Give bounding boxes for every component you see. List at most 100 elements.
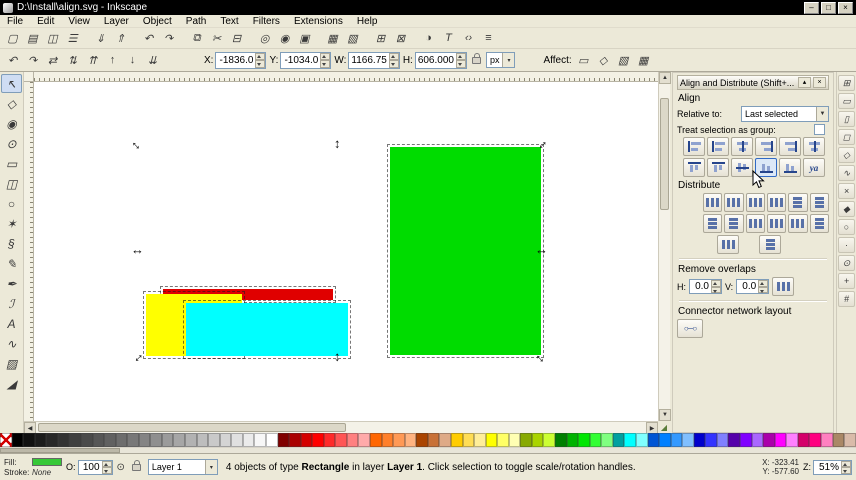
distribute-centers-vertical-button[interactable] [809,193,829,212]
zoom-input[interactable]: 51% [813,459,852,475]
scale-handle-top-left[interactable]: ↔ [128,134,148,154]
star-tool-button[interactable]: ✶ [1,214,22,233]
spiral-tool-button[interactable]: § [1,234,22,253]
align-dialog-button[interactable]: ≡ [479,29,498,47]
align-bottom-edges-button[interactable] [755,158,777,177]
palette-swatch[interactable] [427,433,440,447]
align-center-horizontal-button[interactable] [731,158,753,177]
distribute-text-horizontal-button[interactable] [788,214,808,233]
palette-swatch[interactable] [589,433,602,447]
snap-rotation-center-button[interactable]: + [838,273,855,289]
palette-swatch[interactable] [381,433,394,447]
palette-swatch[interactable] [450,433,463,447]
open-button[interactable]: ▤ [23,29,42,47]
align-left-to-anchor-right-button[interactable] [779,137,801,156]
raise-button[interactable]: ↑ [103,51,122,69]
align-right-to-anchor-left-button[interactable] [683,137,705,156]
palette-swatch[interactable] [34,433,47,447]
snap-intersections-button[interactable]: × [838,183,855,199]
overlap-h-input[interactable]: 0.0 [689,279,722,294]
lower-to-bottom-button[interactable]: ⇊ [143,51,162,69]
vertical-scrollbar[interactable]: ▲ ▼ [658,72,671,421]
pen-tool-button[interactable]: ✒ [1,274,22,293]
align-text-baseline-button[interactable]: ya [803,158,825,177]
align-top-edges-button[interactable] [707,158,729,177]
box3d-tool-button[interactable]: ◫ [1,174,22,193]
drawing-canvas[interactable]: ↔ ↔ ↔ ↔ ↔ ↔ ↔ ↔ [34,82,658,421]
copy-button[interactable]: ⧉ [187,29,206,47]
palette-swatch[interactable] [612,433,625,447]
menu-item[interactable]: Object [136,16,179,27]
duplicate-button[interactable]: ▦ [323,29,342,47]
palette-swatch[interactable] [520,433,532,447]
scroll-down-icon[interactable]: ▼ [659,409,671,421]
cyan-rectangle[interactable] [183,300,351,359]
overlap-v-input[interactable]: 0.0 [736,279,770,294]
horizontal-ruler[interactable] [34,72,658,82]
snap-bbox-corners-button[interactable]: ◻ [838,129,855,145]
text-dialog-button[interactable]: T [439,29,458,47]
dropper-tool-button[interactable]: ◢ [1,374,22,393]
green-rectangle[interactable] [387,144,544,358]
palette-swatch[interactable] [508,433,521,447]
palette-swatch[interactable] [115,433,128,447]
menu-item[interactable]: Help [350,16,385,27]
distribute-top-edges-button[interactable] [788,193,808,212]
scale-handle-middle-left[interactable]: ↔ [131,243,144,256]
palette-swatch[interactable] [358,433,370,447]
selector-tool-button[interactable]: ↖ [1,74,22,93]
palette-swatch[interactable] [0,433,12,447]
zoom-selection-button[interactable]: ◉ [275,29,294,47]
clone-button[interactable]: ▧ [343,29,362,47]
palette-swatch[interactable] [138,433,151,447]
rotate-ccw-button[interactable]: ↶ [3,51,22,69]
palette-swatch[interactable] [416,433,428,447]
x-input[interactable]: -1836.0 [215,51,267,69]
palette-swatch[interactable] [601,433,613,447]
palette-swatch[interactable] [69,433,81,447]
h-input[interactable]: 606.000 [414,51,467,69]
affect-gradients-button[interactable]: ▧ [614,51,633,69]
palette-swatch[interactable] [844,433,856,447]
menu-item[interactable]: Text [213,16,245,27]
palette-swatch[interactable] [393,433,405,447]
treat-as-group-checkbox[interactable] [814,124,825,135]
align-top-to-anchor-bottom-button[interactable] [779,158,801,177]
scale-handle-middle-right[interactable]: ↔ [535,243,548,256]
eye-icon[interactable]: ⊙ [117,462,125,473]
panel-shade-button[interactable]: ▴ [798,77,811,88]
palette-swatch[interactable] [566,433,579,447]
lower-button[interactable]: ↓ [123,51,142,69]
distribute-horizontal-gaps-button[interactable] [766,193,787,212]
palette-swatch[interactable] [682,433,694,447]
palette-swatch[interactable] [80,433,93,447]
palette-swatch[interactable] [242,433,255,447]
group-button[interactable]: ⊞ [371,29,390,47]
undo-button[interactable]: ↶ [139,29,158,47]
layer-select[interactable]: Layer 1 ▾ [147,459,218,475]
minimize-button[interactable]: – [804,1,819,14]
node-tool-button[interactable]: ◇ [1,94,22,113]
scale-handle-top-center[interactable]: ↔ [332,138,347,151]
align-bottom-to-anchor-top-button[interactable] [683,158,705,177]
connector-tool-button[interactable]: ∿ [1,334,22,353]
palette-swatch[interactable] [578,433,590,447]
palette-swatch[interactable] [693,433,706,447]
menu-item[interactable]: Path [179,16,214,27]
exchange-positions-button[interactable] [759,235,781,254]
scroll-up-icon[interactable]: ▲ [659,72,671,84]
unclump-button[interactable] [766,214,787,233]
palette-swatch[interactable] [543,433,555,447]
distribute-right-edges-button[interactable] [745,193,765,212]
spinner[interactable] [255,52,266,68]
palette-swatch[interactable] [323,433,336,447]
ungroup-button[interactable]: ⊠ [391,29,410,47]
pencil-tool-button[interactable]: ✎ [1,254,22,273]
affect-patterns-button[interactable]: ▦ [634,51,653,69]
palette-swatch[interactable] [705,433,717,447]
menu-item[interactable]: Extensions [287,16,350,27]
menu-item[interactable]: View [61,16,97,27]
palette-swatch[interactable] [208,433,220,447]
palette-swatch[interactable] [624,433,636,447]
palette-swatch[interactable] [335,433,347,447]
